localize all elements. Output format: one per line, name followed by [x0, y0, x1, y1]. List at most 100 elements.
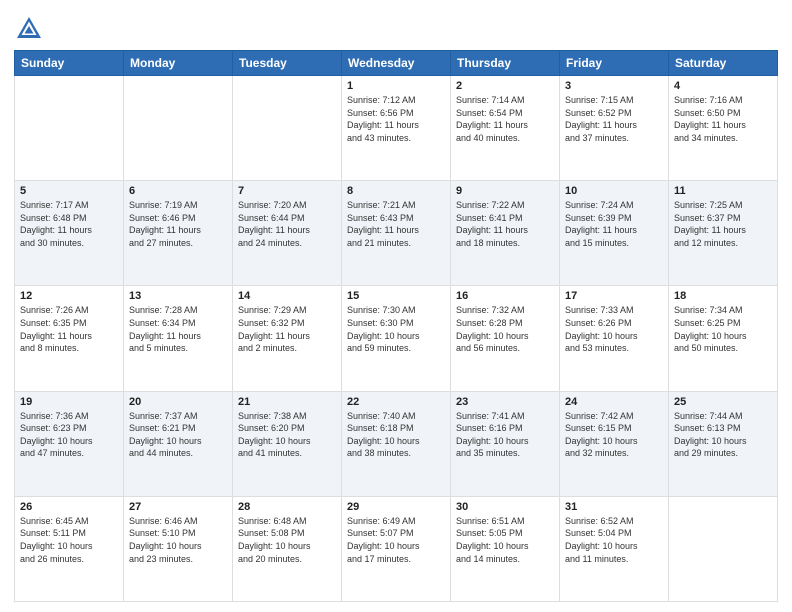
calendar-cell: 4 Sunrise: 7:16 AM Sunset: 6:50 PM Daylig…	[669, 76, 778, 181]
day-number: 11	[674, 185, 772, 197]
day-number: 30	[456, 501, 554, 513]
day-number: 21	[238, 396, 336, 408]
weekday-header-friday: Friday	[560, 51, 669, 76]
calendar-cell: 5 Sunrise: 7:17 AM Sunset: 6:48 PM Daylig…	[15, 181, 124, 286]
day-number: 25	[674, 396, 772, 408]
calendar-cell: 22 Sunrise: 7:40 AM Sunset: 6:18 PM Dayli…	[342, 391, 451, 496]
day-number: 28	[238, 501, 336, 513]
day-info: Sunrise: 7:37 AM Sunset: 6:21 PM Dayligh…	[129, 410, 227, 460]
logo	[14, 14, 48, 44]
day-info: Sunrise: 7:28 AM Sunset: 6:34 PM Dayligh…	[129, 304, 227, 354]
day-number: 8	[347, 185, 445, 197]
day-number: 18	[674, 290, 772, 302]
calendar-cell: 19 Sunrise: 7:36 AM Sunset: 6:23 PM Dayli…	[15, 391, 124, 496]
day-info: Sunrise: 7:38 AM Sunset: 6:20 PM Dayligh…	[238, 410, 336, 460]
calendar-cell: 8 Sunrise: 7:21 AM Sunset: 6:43 PM Daylig…	[342, 181, 451, 286]
calendar-cell: 26 Sunrise: 6:45 AM Sunset: 5:11 PM Dayli…	[15, 496, 124, 601]
day-info: Sunrise: 6:49 AM Sunset: 5:07 PM Dayligh…	[347, 515, 445, 565]
calendar-cell	[124, 76, 233, 181]
weekday-header-monday: Monday	[124, 51, 233, 76]
calendar-cell: 17 Sunrise: 7:33 AM Sunset: 6:26 PM Dayli…	[560, 286, 669, 391]
day-number: 29	[347, 501, 445, 513]
calendar-cell: 25Sunrise: 7:44 AM Sunset: 6:13 PM Dayli…	[669, 391, 778, 496]
day-number: 15	[347, 290, 445, 302]
day-info: Sunrise: 6:52 AM Sunset: 5:04 PM Dayligh…	[565, 515, 663, 565]
calendar-cell: 10 Sunrise: 7:24 AM Sunset: 6:39 PM Dayli…	[560, 181, 669, 286]
calendar-cell	[15, 76, 124, 181]
calendar-cell: 31Sunrise: 6:52 AM Sunset: 5:04 PM Dayli…	[560, 496, 669, 601]
day-info: Sunrise: 7:25 AM Sunset: 6:37 PM Dayligh…	[674, 199, 772, 249]
calendar-cell: 29 Sunrise: 6:49 AM Sunset: 5:07 PM Dayli…	[342, 496, 451, 601]
calendar-cell: 20 Sunrise: 7:37 AM Sunset: 6:21 PM Dayli…	[124, 391, 233, 496]
logo-icon	[14, 14, 44, 44]
calendar-cell: 18 Sunrise: 7:34 AM Sunset: 6:25 PM Dayli…	[669, 286, 778, 391]
calendar-cell	[233, 76, 342, 181]
calendar-week-4: 19 Sunrise: 7:36 AM Sunset: 6:23 PM Dayli…	[15, 391, 778, 496]
calendar-cell: 21 Sunrise: 7:38 AM Sunset: 6:20 PM Dayli…	[233, 391, 342, 496]
calendar-cell: 14Sunrise: 7:29 AM Sunset: 6:32 PM Dayli…	[233, 286, 342, 391]
day-number: 1	[347, 80, 445, 92]
calendar-cell: 9Sunrise: 7:22 AM Sunset: 6:41 PM Daylig…	[451, 181, 560, 286]
day-info: Sunrise: 7:15 AM Sunset: 6:52 PM Dayligh…	[565, 94, 663, 144]
day-number: 5	[20, 185, 118, 197]
calendar-cell: 30 Sunrise: 6:51 AM Sunset: 5:05 PM Dayli…	[451, 496, 560, 601]
header	[14, 10, 778, 44]
calendar-cell: 15 Sunrise: 7:30 AM Sunset: 6:30 PM Dayli…	[342, 286, 451, 391]
day-info: Sunrise: 7:16 AM Sunset: 6:50 PM Dayligh…	[674, 94, 772, 144]
calendar-cell: 2 Sunrise: 7:14 AM Sunset: 6:54 PM Daylig…	[451, 76, 560, 181]
day-number: 16	[456, 290, 554, 302]
day-info: Sunrise: 7:26 AM Sunset: 6:35 PM Dayligh…	[20, 304, 118, 354]
calendar-cell: 12 Sunrise: 7:26 AM Sunset: 6:35 PM Dayli…	[15, 286, 124, 391]
day-info: Sunrise: 6:45 AM Sunset: 5:11 PM Dayligh…	[20, 515, 118, 565]
day-info: Sunrise: 7:21 AM Sunset: 6:43 PM Dayligh…	[347, 199, 445, 249]
day-info: Sunrise: 7:14 AM Sunset: 6:54 PM Dayligh…	[456, 94, 554, 144]
weekday-header-thursday: Thursday	[451, 51, 560, 76]
calendar-table: SundayMondayTuesdayWednesdayThursdayFrid…	[14, 50, 778, 602]
day-info: Sunrise: 7:36 AM Sunset: 6:23 PM Dayligh…	[20, 410, 118, 460]
day-info: Sunrise: 7:30 AM Sunset: 6:30 PM Dayligh…	[347, 304, 445, 354]
weekday-header-wednesday: Wednesday	[342, 51, 451, 76]
day-number: 26	[20, 501, 118, 513]
calendar-cell: 3Sunrise: 7:15 AM Sunset: 6:52 PM Daylig…	[560, 76, 669, 181]
calendar-cell: 23 Sunrise: 7:41 AM Sunset: 6:16 PM Dayli…	[451, 391, 560, 496]
day-info: Sunrise: 7:40 AM Sunset: 6:18 PM Dayligh…	[347, 410, 445, 460]
day-number: 24	[565, 396, 663, 408]
calendar-cell	[669, 496, 778, 601]
calendar-cell: 13Sunrise: 7:28 AM Sunset: 6:34 PM Dayli…	[124, 286, 233, 391]
day-info: Sunrise: 7:32 AM Sunset: 6:28 PM Dayligh…	[456, 304, 554, 354]
day-info: Sunrise: 7:29 AM Sunset: 6:32 PM Dayligh…	[238, 304, 336, 354]
day-number: 9	[456, 185, 554, 197]
day-info: Sunrise: 7:34 AM Sunset: 6:25 PM Dayligh…	[674, 304, 772, 354]
weekday-header-tuesday: Tuesday	[233, 51, 342, 76]
calendar-week-3: 12 Sunrise: 7:26 AM Sunset: 6:35 PM Dayli…	[15, 286, 778, 391]
day-info: Sunrise: 6:48 AM Sunset: 5:08 PM Dayligh…	[238, 515, 336, 565]
day-number: 20	[129, 396, 227, 408]
calendar-cell: 1 Sunrise: 7:12 AM Sunset: 6:56 PM Daylig…	[342, 76, 451, 181]
day-number: 10	[565, 185, 663, 197]
calendar-cell: 6Sunrise: 7:19 AM Sunset: 6:46 PM Daylig…	[124, 181, 233, 286]
day-info: Sunrise: 7:17 AM Sunset: 6:48 PM Dayligh…	[20, 199, 118, 249]
day-info: Sunrise: 7:12 AM Sunset: 6:56 PM Dayligh…	[347, 94, 445, 144]
calendar-cell: 7 Sunrise: 7:20 AM Sunset: 6:44 PM Daylig…	[233, 181, 342, 286]
calendar-cell: 11 Sunrise: 7:25 AM Sunset: 6:37 PM Dayli…	[669, 181, 778, 286]
calendar-cell: 16 Sunrise: 7:32 AM Sunset: 6:28 PM Dayli…	[451, 286, 560, 391]
calendar-week-5: 26 Sunrise: 6:45 AM Sunset: 5:11 PM Dayli…	[15, 496, 778, 601]
day-info: Sunrise: 7:20 AM Sunset: 6:44 PM Dayligh…	[238, 199, 336, 249]
day-info: Sunrise: 7:24 AM Sunset: 6:39 PM Dayligh…	[565, 199, 663, 249]
day-info: Sunrise: 7:42 AM Sunset: 6:15 PM Dayligh…	[565, 410, 663, 460]
weekday-header-saturday: Saturday	[669, 51, 778, 76]
calendar-cell: 27Sunrise: 6:46 AM Sunset: 5:10 PM Dayli…	[124, 496, 233, 601]
day-info: Sunrise: 7:33 AM Sunset: 6:26 PM Dayligh…	[565, 304, 663, 354]
day-number: 17	[565, 290, 663, 302]
day-number: 19	[20, 396, 118, 408]
day-number: 23	[456, 396, 554, 408]
day-info: Sunrise: 7:41 AM Sunset: 6:16 PM Dayligh…	[456, 410, 554, 460]
day-number: 7	[238, 185, 336, 197]
day-number: 2	[456, 80, 554, 92]
page: SundayMondayTuesdayWednesdayThursdayFrid…	[0, 0, 792, 612]
day-number: 4	[674, 80, 772, 92]
day-info: Sunrise: 6:51 AM Sunset: 5:05 PM Dayligh…	[456, 515, 554, 565]
day-number: 12	[20, 290, 118, 302]
day-number: 22	[347, 396, 445, 408]
calendar-cell: 24 Sunrise: 7:42 AM Sunset: 6:15 PM Dayli…	[560, 391, 669, 496]
